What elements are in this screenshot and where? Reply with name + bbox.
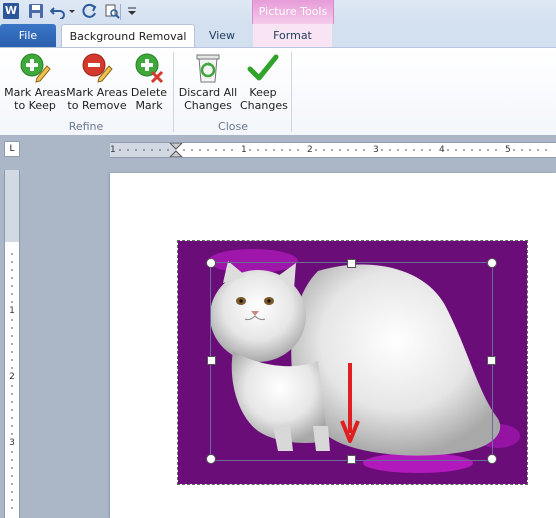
redo-icon[interactable] — [82, 3, 98, 19]
plus-pencil-icon — [20, 53, 51, 83]
mark-areas-to-keep-button[interactable]: Mark Areas to Keep — [4, 52, 66, 112]
discard-label-2: Changes — [184, 99, 232, 112]
word-app-icon[interactable]: W — [3, 3, 19, 19]
ruler-number: 2 — [307, 145, 313, 155]
tab-selector[interactable]: L — [4, 141, 20, 157]
mark-remove-label-2: to Remove — [67, 99, 127, 112]
recycle-bin-icon — [196, 54, 220, 83]
ruler-number: 3 — [373, 145, 379, 155]
vertical-ruler[interactable]: 1 2 3 — [4, 170, 20, 518]
minus-pencil-icon — [82, 53, 113, 83]
print-preview-icon[interactable] — [104, 3, 120, 19]
ruler-number: 1 — [9, 306, 15, 316]
discard-all-changes-button[interactable]: Discard All Changes — [178, 52, 238, 112]
ruler-number: 3 — [9, 438, 15, 448]
undo-icon[interactable] — [50, 3, 66, 19]
tab-background-removal[interactable]: Background Removal — [61, 24, 195, 48]
mark-areas-to-remove-button[interactable]: Mark Areas to Remove — [66, 52, 128, 112]
mark-keep-label-2: to Keep — [14, 99, 56, 112]
annotation-arrow — [340, 363, 360, 443]
discard-label-1: Discard All — [178, 86, 238, 99]
tab-format[interactable]: Format — [253, 24, 332, 47]
group-label-refine: Refine — [68, 120, 104, 133]
ruler-number: 5 — [505, 145, 511, 155]
resize-handle[interactable] — [347, 455, 356, 464]
mark-remove-label-1: Mark Areas — [66, 86, 128, 99]
customize-icon[interactable] — [127, 3, 137, 19]
ruler-number: 1 — [110, 145, 116, 155]
resize-handle[interactable] — [487, 356, 496, 365]
ruler-number: 4 — [439, 145, 445, 155]
ruler-number: 1 — [241, 145, 247, 155]
ruler-number: 2 — [9, 372, 15, 382]
resize-handle[interactable] — [207, 356, 216, 365]
keep-changes-label-2: Changes — [240, 99, 288, 112]
ruler-ticks — [11, 253, 13, 509]
picture-tools-title: Picture Tools — [258, 5, 328, 18]
delete-mark-label-1: Delete — [130, 86, 168, 99]
qat-separator — [120, 4, 121, 20]
delete-mark-label-2: Mark — [135, 99, 163, 112]
mark-keep-label-1: Mark Areas — [4, 86, 66, 99]
keep-changes-label-1: Keep — [249, 86, 277, 99]
save-icon[interactable] — [28, 3, 44, 19]
tab-file[interactable]: File — [0, 24, 56, 47]
resize-handle[interactable] — [206, 258, 216, 268]
resize-handle[interactable] — [487, 454, 497, 464]
resize-handle[interactable] — [347, 259, 356, 268]
keep-changes-button[interactable]: Keep Changes — [240, 52, 288, 112]
resize-handle[interactable] — [487, 258, 497, 268]
ribbon: Mark Areas to Keep Mark Areas to Remove … — [0, 47, 556, 136]
tab-view[interactable]: View — [196, 24, 248, 47]
delete-mark-button[interactable]: Delete Mark — [130, 52, 168, 112]
ribbon-tabs: File Background Removal View Format — [0, 24, 556, 48]
horizontal-ruler[interactable]: 1 1 2 3 4 5 — [110, 142, 556, 158]
resize-handle[interactable] — [206, 454, 216, 464]
group-label-close: Close — [218, 120, 248, 133]
undo-dropdown-icon[interactable] — [68, 3, 76, 19]
check-icon — [247, 54, 279, 81]
document-page[interactable] — [110, 173, 556, 518]
ruler-ticks — [119, 143, 547, 157]
ruler-area: L 1 1 2 3 4 5 — [0, 135, 556, 161]
delete-mark-icon — [135, 53, 164, 84]
